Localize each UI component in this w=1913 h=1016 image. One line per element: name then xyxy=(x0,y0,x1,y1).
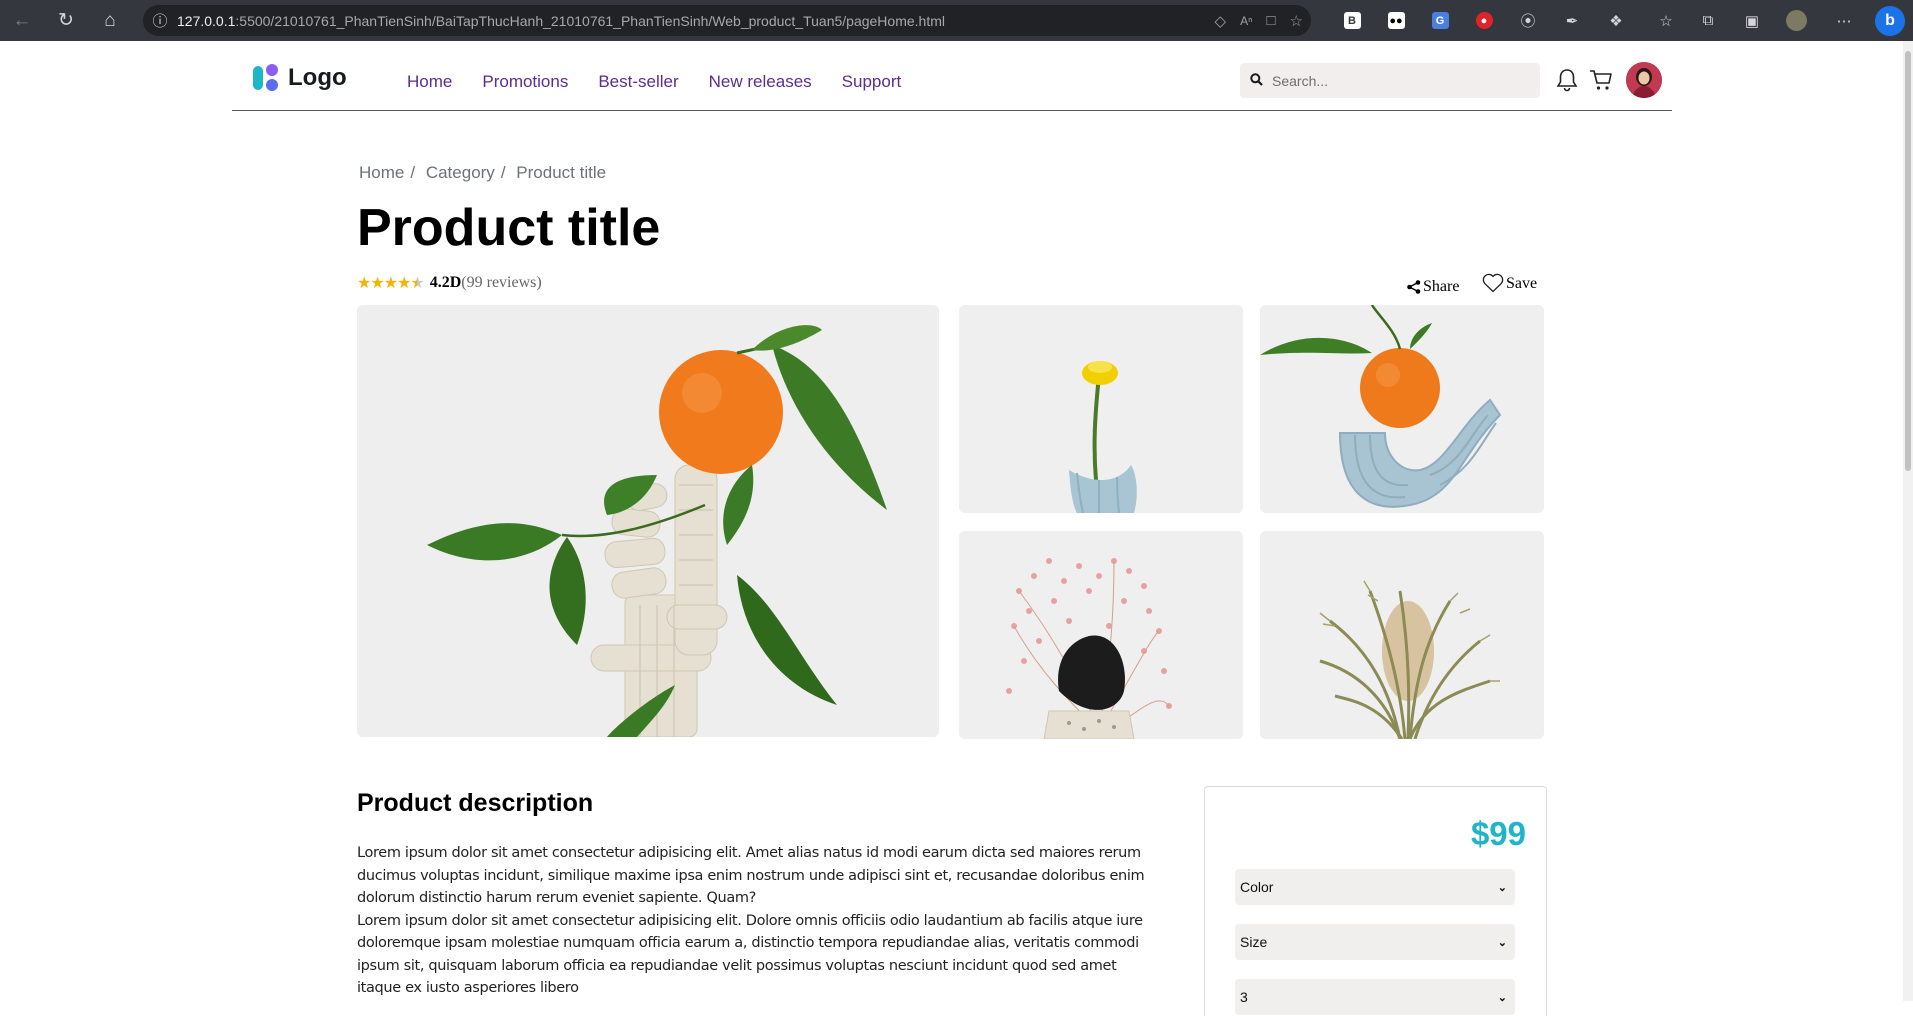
product-thumbnail-4[interactable] xyxy=(1260,531,1544,739)
more-menu-icon[interactable]: ⋯ xyxy=(1822,0,1866,41)
buy-box: $99 Color ⌄ Size ⌄ 3 ⌄ xyxy=(1204,786,1547,1016)
description-title: Product description xyxy=(357,789,594,817)
collections-icon[interactable]: ⧉ xyxy=(1686,0,1730,41)
nav-home[interactable]: Home xyxy=(407,72,452,92)
quantity-select-value: 3 xyxy=(1240,989,1248,1005)
quantity-select[interactable]: 3 ⌄ xyxy=(1235,979,1515,1015)
page: Logo Home Promotions Best-seller New rel… xyxy=(0,41,1903,1016)
description-paragraph-1: Lorem ipsum dolor sit amet consectetur a… xyxy=(357,845,1145,906)
extension-b-icon[interactable]: B xyxy=(1330,0,1374,41)
nav-new-releases[interactable]: New releases xyxy=(709,72,812,92)
nav-promotions[interactable]: Promotions xyxy=(482,72,568,92)
price: $99 xyxy=(1470,815,1526,852)
share-button[interactable]: Share xyxy=(1407,278,1459,296)
reload-icon[interactable]: ↻ xyxy=(44,0,88,41)
share-icon xyxy=(1407,280,1421,294)
site-info-icon[interactable]: ⓘ xyxy=(143,10,177,31)
main-product-image[interactable] xyxy=(357,305,939,737)
scrollbar-thumb[interactable] xyxy=(1905,51,1911,471)
breadcrumb: Home / Category / Product title xyxy=(359,163,607,182)
description-text: Lorem ipsum dolor sit amet consectetur a… xyxy=(357,842,1157,1000)
review-count[interactable]: (99 reviews) xyxy=(461,274,541,292)
color-select-value: Color xyxy=(1240,879,1274,895)
rating-value: 4.2D xyxy=(429,274,462,291)
site-header: Logo Home Promotions Best-seller New rel… xyxy=(232,41,1672,111)
chevron-down-icon: ⌄ xyxy=(1497,991,1507,1004)
search-icon xyxy=(1240,72,1272,89)
bell-icon[interactable] xyxy=(1554,67,1580,93)
search-input[interactable] xyxy=(1272,72,1522,89)
nav-support[interactable]: Support xyxy=(842,72,902,92)
address-url: 127.0.0.1:5500/21010761_PhanTienSinh/Bai… xyxy=(177,12,945,29)
heart-icon xyxy=(1482,273,1504,293)
size-select-value: Size xyxy=(1240,934,1268,950)
browser-essentials-icon[interactable]: ▣ xyxy=(1730,0,1774,41)
favorite-add-icon[interactable]: ☆ xyxy=(1290,12,1303,30)
avatar[interactable] xyxy=(1626,62,1662,98)
chevron-down-icon: ⌄ xyxy=(1497,936,1507,949)
back-icon[interactable]: ← xyxy=(0,0,44,41)
pen-icon[interactable]: ✒ xyxy=(1550,0,1594,41)
logo-text: Logo xyxy=(288,64,347,91)
browser-toolbar: ← ↻ ⌂ ⓘ 127.0.0.1:5500/21010761_PhanTien… xyxy=(0,0,1913,41)
translate-icon[interactable]: G xyxy=(1418,0,1462,41)
read-aloud-icon[interactable]: Aⁿ xyxy=(1240,14,1252,28)
home-icon[interactable]: ⌂ xyxy=(88,0,132,41)
product-rating: ★★★★★ 4.2D (99 reviews) xyxy=(357,273,542,293)
save-label: Save xyxy=(1506,275,1538,292)
profile-icon[interactable] xyxy=(1774,0,1818,41)
color-select[interactable]: Color ⌄ xyxy=(1235,869,1515,905)
star-rating-icon: ★★★★★ xyxy=(357,275,425,292)
favorites-icon[interactable]: ☆ xyxy=(1644,0,1688,41)
immersive-reader-icon[interactable]: □ xyxy=(1266,12,1275,29)
nav-best-seller[interactable]: Best-seller xyxy=(598,72,678,92)
product-thumbnail-3[interactable] xyxy=(959,531,1243,739)
extension-red-icon[interactable]: ● xyxy=(1462,0,1506,41)
logo-mark-icon xyxy=(253,64,280,92)
tag-icon[interactable]: ◇ xyxy=(1215,12,1227,30)
size-select[interactable]: Size ⌄ xyxy=(1235,924,1515,960)
cart-icon[interactable] xyxy=(1588,67,1614,93)
extension-glasses-icon[interactable]: ●● xyxy=(1374,0,1418,41)
breadcrumb-category[interactable]: Category xyxy=(426,163,495,182)
product-thumbnail-1[interactable] xyxy=(959,305,1243,513)
address-bar[interactable]: ⓘ 127.0.0.1:5500/21010761_PhanTienSinh/B… xyxy=(143,5,1311,36)
product-title: Product title xyxy=(357,199,661,257)
logo[interactable]: Logo xyxy=(253,64,347,92)
description-paragraph-2: Lorem ipsum dolor sit amet consectetur a… xyxy=(357,912,1143,997)
breadcrumb-home[interactable]: Home xyxy=(359,163,404,182)
save-button[interactable]: Save xyxy=(1482,273,1537,293)
chevron-down-icon: ⌄ xyxy=(1497,881,1507,894)
extensions-icon[interactable]: ❖ xyxy=(1594,0,1638,41)
compass-icon[interactable]: ⦿ xyxy=(1506,0,1550,41)
page-scrollbar[interactable] xyxy=(1903,41,1913,1001)
search-box xyxy=(1240,63,1540,98)
share-label: Share xyxy=(1423,278,1460,295)
main-nav: Home Promotions Best-seller New releases… xyxy=(407,72,901,92)
copilot-icon[interactable]: b xyxy=(1875,6,1905,36)
breadcrumb-current: Product title xyxy=(516,163,607,182)
product-thumbnail-2[interactable] xyxy=(1260,305,1544,513)
